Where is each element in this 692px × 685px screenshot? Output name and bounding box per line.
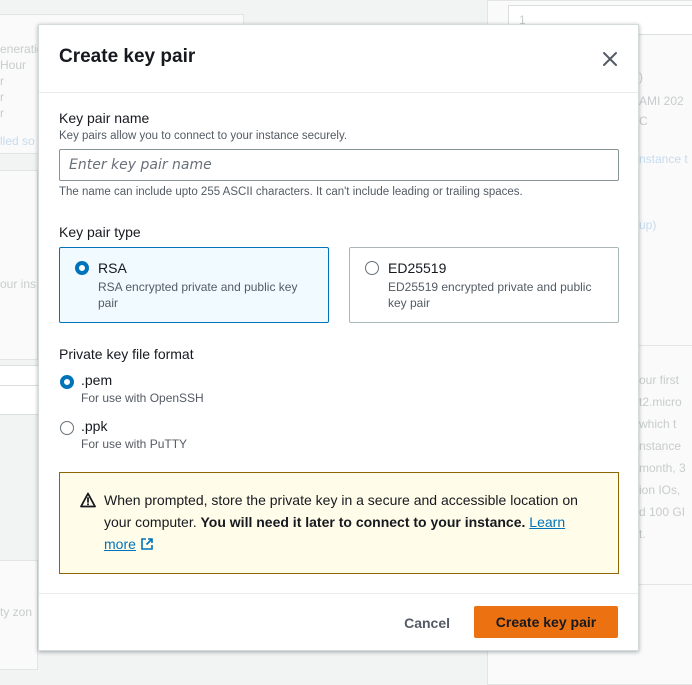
background-text: d 100 GI: [639, 505, 686, 519]
background-left-panel-2: [0, 170, 38, 360]
ed25519-description: ED25519 encrypted private and public key…: [388, 280, 592, 310]
key-pair-name-input[interactable]: [59, 149, 619, 181]
pem-description: For use with OpenSSH: [81, 391, 204, 405]
background-text: Hour: [0, 58, 27, 72]
ed25519-label: ED25519: [388, 260, 447, 276]
warning-icon: [80, 492, 96, 508]
background-link: lled so: [0, 134, 35, 148]
ppk-label: .ppk: [81, 418, 108, 434]
background-text: our first: [639, 373, 680, 387]
alert-message: When prompted, store the private key in …: [104, 489, 588, 555]
dialog-title: Create key pair: [59, 46, 196, 67]
background-input: [0, 385, 40, 415]
background-text: r: [0, 74, 4, 88]
rsa-description: RSA encrypted private and public key pai…: [98, 280, 298, 310]
external-link-icon: [141, 538, 153, 550]
background-text: AMI 202: [639, 94, 684, 108]
background-text: t.: [639, 527, 646, 541]
background-text: ion IOs,: [639, 483, 681, 497]
close-button[interactable]: [596, 45, 624, 73]
dialog-footer: Cancel Create key pair: [39, 593, 638, 650]
rsa-radio[interactable]: [75, 261, 89, 275]
dialog-header: Create key pair: [39, 25, 638, 93]
warning-alert: When prompted, store the private key in …: [59, 472, 619, 574]
key-type-rsa-tile[interactable]: RSA RSA encrypted private and public key…: [59, 247, 329, 323]
close-icon: [603, 52, 617, 66]
key-pair-name-label: Key pair name: [59, 110, 150, 126]
background-text: C: [639, 114, 648, 128]
pem-radio[interactable]: [60, 375, 74, 389]
background-text: t2.micro: [639, 395, 682, 409]
pem-label: .pem: [81, 372, 113, 388]
background-text: ty zon: [0, 605, 33, 619]
key-type-ed25519-tile[interactable]: ED25519 ED25519 encrypted private and pu…: [349, 247, 619, 323]
ppk-description: For use with PuTTY: [81, 437, 188, 451]
alert-bold-text: You will need it later to connect to you…: [200, 514, 526, 530]
background-text: r: [0, 90, 4, 104]
create-key-pair-button[interactable]: Create key pair: [474, 606, 618, 638]
key-pair-name-constraint: The name can include upto 255 ASCII char…: [59, 186, 523, 198]
key-pair-type-label: Key pair type: [59, 224, 141, 240]
background-text: ): [639, 70, 643, 84]
key-pair-name-description: Key pairs allow you to connect to your i…: [59, 130, 348, 142]
background-text: nstance: [639, 439, 682, 453]
rsa-label: RSA: [98, 260, 127, 276]
ed25519-radio[interactable]: [365, 261, 379, 275]
background-text: which t: [639, 417, 677, 431]
background-link: up): [639, 218, 657, 232]
background-text: our ins: [0, 277, 37, 291]
cancel-button[interactable]: Cancel: [394, 609, 460, 637]
file-format-label: Private key file format: [59, 346, 194, 362]
background-text: r: [0, 106, 4, 120]
ppk-radio[interactable]: [60, 421, 74, 435]
background-link: nstance t: [639, 152, 688, 166]
background-text: month, 3: [639, 461, 686, 475]
create-key-pair-dialog: Create key pair Key pair name Key pairs …: [38, 24, 639, 651]
